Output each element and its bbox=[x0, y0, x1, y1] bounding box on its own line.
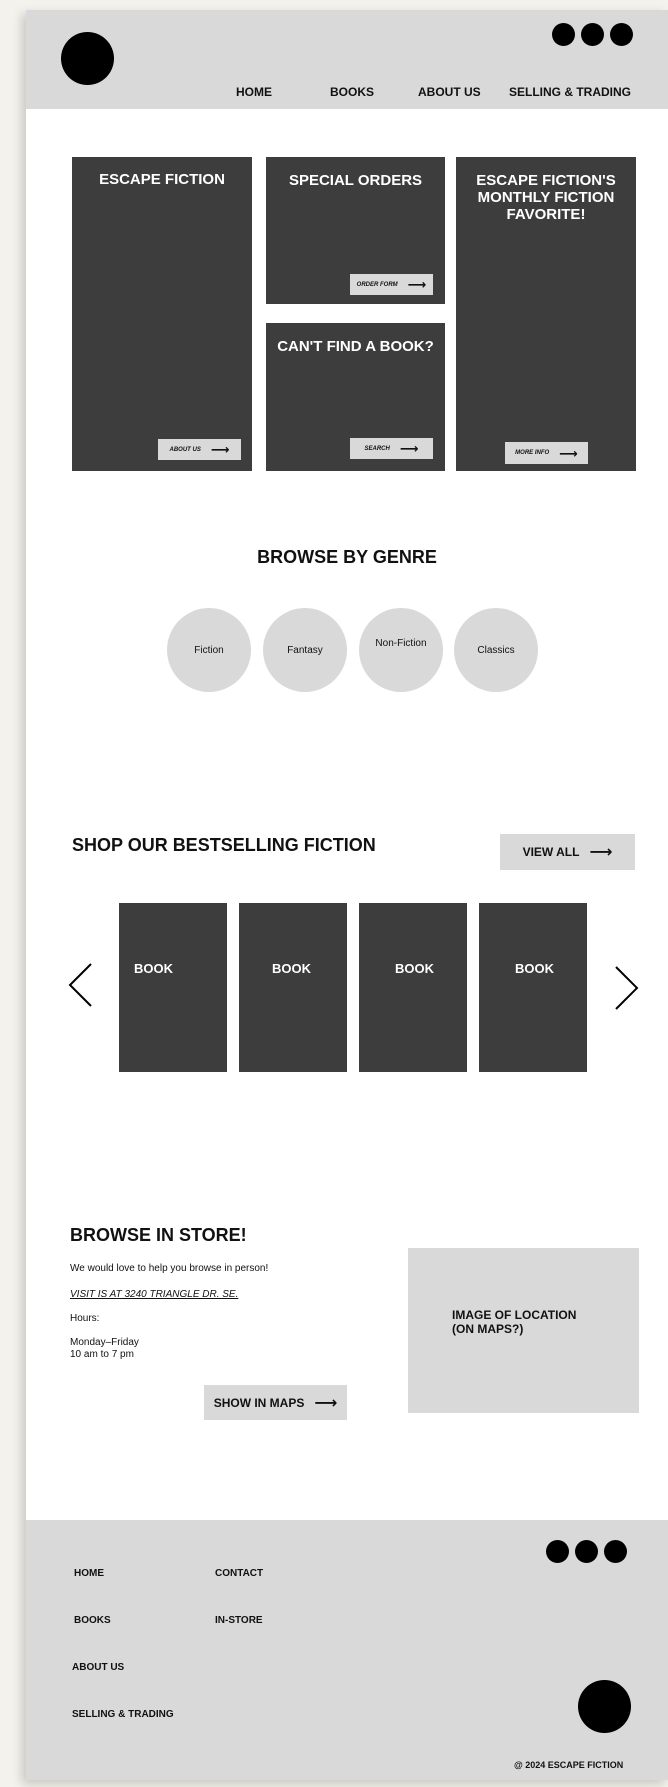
book-card-1[interactable]: BOOK bbox=[119, 903, 227, 1072]
site-logo[interactable] bbox=[61, 32, 114, 85]
location-image-line-1: IMAGE OF LOCATION bbox=[452, 1308, 577, 1322]
nav-selling-trading[interactable]: SELLING & TRADING bbox=[509, 85, 631, 99]
genre-non-fiction[interactable]: Non-Fiction bbox=[359, 608, 443, 692]
more-info-button[interactable]: MORE INFO ⟶ bbox=[505, 442, 588, 464]
social-icon-3[interactable] bbox=[610, 23, 633, 46]
hours-days: Monday–Friday bbox=[70, 1337, 139, 1348]
book-card-2-label: BOOK bbox=[272, 961, 311, 976]
footer-link-in-store[interactable]: IN-STORE bbox=[215, 1615, 263, 1626]
arrow-right-icon: ⟶ bbox=[399, 441, 419, 456]
footer-social-icon-1[interactable] bbox=[546, 1540, 569, 1563]
arrow-right-icon: ⟶ bbox=[589, 844, 613, 861]
book-card-3-label: BOOK bbox=[395, 961, 434, 976]
book-card-3[interactable]: BOOK bbox=[359, 903, 467, 1072]
panel-monthly-favorite: ESCAPE FICTION'S MONTHLY FICTION FAVORIT… bbox=[456, 157, 636, 471]
panel-special-orders: SPECIAL ORDERS ORDER FORM ⟶ bbox=[266, 157, 445, 304]
genre-fiction[interactable]: Fiction bbox=[167, 608, 251, 692]
footer-logo[interactable] bbox=[578, 1680, 631, 1733]
panel-special-orders-title: SPECIAL ORDERS bbox=[288, 172, 423, 189]
genre-non-fiction-label: Non-Fiction bbox=[375, 637, 427, 649]
footer-link-about-us[interactable]: ABOUT US bbox=[72, 1662, 124, 1673]
more-info-button-label: MORE INFO bbox=[515, 450, 550, 456]
book-card-1-label: BOOK bbox=[134, 961, 173, 976]
location-image-line-2: (ON MAPS?) bbox=[452, 1322, 524, 1336]
location-image-placeholder[interactable]: IMAGE OF LOCATION (ON MAPS?) bbox=[408, 1248, 639, 1413]
panel-monthly-favorite-title: ESCAPE FICTION'S MONTHLY FICTION FAVORIT… bbox=[476, 172, 616, 223]
panel-escape-fiction-title: ESCAPE FICTION bbox=[99, 171, 225, 188]
browse-by-genre-heading: BROWSE BY GENRE bbox=[257, 547, 437, 567]
about-us-button[interactable]: ABOUT US ⟶ bbox=[158, 439, 241, 460]
site-footer: HOME BOOKS ABOUT US SELLING & TRADING CO… bbox=[26, 1520, 668, 1780]
genre-classics-label: Classics bbox=[477, 644, 515, 656]
show-in-maps-button[interactable]: SHOW IN MAPS ⟶ bbox=[204, 1385, 347, 1420]
panel-escape-fiction: ESCAPE FICTION ABOUT US ⟶ bbox=[72, 157, 252, 471]
genre-classics[interactable]: Classics bbox=[454, 608, 538, 692]
arrow-right-icon: ⟶ bbox=[314, 1394, 338, 1412]
footer-link-books[interactable]: BOOKS bbox=[74, 1615, 111, 1626]
footer-social-icon-2[interactable] bbox=[575, 1540, 598, 1563]
order-form-button[interactable]: ORDER FORM ⟶ bbox=[350, 274, 433, 295]
hours-label: Hours: bbox=[70, 1313, 100, 1324]
chevron-right-icon[interactable] bbox=[614, 965, 640, 1011]
nav-books[interactable]: BOOKS bbox=[330, 85, 374, 99]
view-all-button-label: VIEW ALL bbox=[522, 845, 580, 859]
footer-copyright: @ 2024 ESCAPE FICTION bbox=[514, 1760, 624, 1770]
in-store-intro: We would love to help you browse in pers… bbox=[70, 1263, 269, 1274]
search-button-label: SEARCH bbox=[364, 445, 390, 452]
genre-fantasy[interactable]: Fantasy bbox=[263, 608, 347, 692]
nav-about-us[interactable]: ABOUT US bbox=[418, 85, 481, 99]
store-address-link[interactable]: VISIT IS AT 3240 TRIANGLE DR. SE. bbox=[70, 1289, 238, 1301]
footer-social-icon-3[interactable] bbox=[604, 1540, 627, 1563]
book-card-4[interactable]: BOOK bbox=[479, 903, 587, 1072]
social-icon-1[interactable] bbox=[552, 23, 575, 46]
arrow-right-icon: ⟶ bbox=[407, 277, 427, 292]
genre-fiction-label: Fiction bbox=[194, 644, 224, 656]
footer-link-home[interactable]: HOME bbox=[74, 1568, 104, 1579]
arrow-right-icon: ⟶ bbox=[559, 445, 578, 461]
nav-home[interactable]: HOME bbox=[236, 85, 272, 99]
page: HOME BOOKS ABOUT US SELLING & TRADING ES… bbox=[26, 10, 668, 1780]
show-in-maps-button-label: SHOW IN MAPS bbox=[213, 1395, 305, 1410]
browse-in-store-heading: BROWSE IN STORE! bbox=[70, 1225, 247, 1245]
social-icon-2[interactable] bbox=[581, 23, 604, 46]
hours-times: 10 am to 7 pm bbox=[70, 1349, 134, 1360]
footer-link-contact[interactable]: CONTACT bbox=[215, 1568, 263, 1579]
footer-link-selling-trading[interactable]: SELLING & TRADING bbox=[72, 1709, 174, 1720]
search-button[interactable]: SEARCH ⟶ bbox=[350, 438, 433, 459]
panel-cant-find-book-title: CAN'T FIND A BOOK? bbox=[277, 338, 434, 355]
genre-fantasy-label: Fantasy bbox=[287, 644, 323, 656]
panel-cant-find-book: CAN'T FIND A BOOK? SEARCH ⟶ bbox=[266, 323, 445, 471]
order-form-button-label: ORDER FORM bbox=[356, 281, 398, 288]
site-header: HOME BOOKS ABOUT US SELLING & TRADING bbox=[26, 10, 668, 109]
chevron-left-icon[interactable] bbox=[67, 962, 93, 1008]
bestselling-heading: SHOP OUR BESTSELLING FICTION bbox=[72, 835, 376, 855]
book-card-2[interactable]: BOOK bbox=[239, 903, 347, 1072]
arrow-right-icon: ⟶ bbox=[210, 442, 230, 457]
about-us-button-label: ABOUT US bbox=[169, 446, 201, 453]
book-card-4-label: BOOK bbox=[515, 961, 554, 976]
view-all-button[interactable]: VIEW ALL ⟶ bbox=[500, 834, 635, 870]
